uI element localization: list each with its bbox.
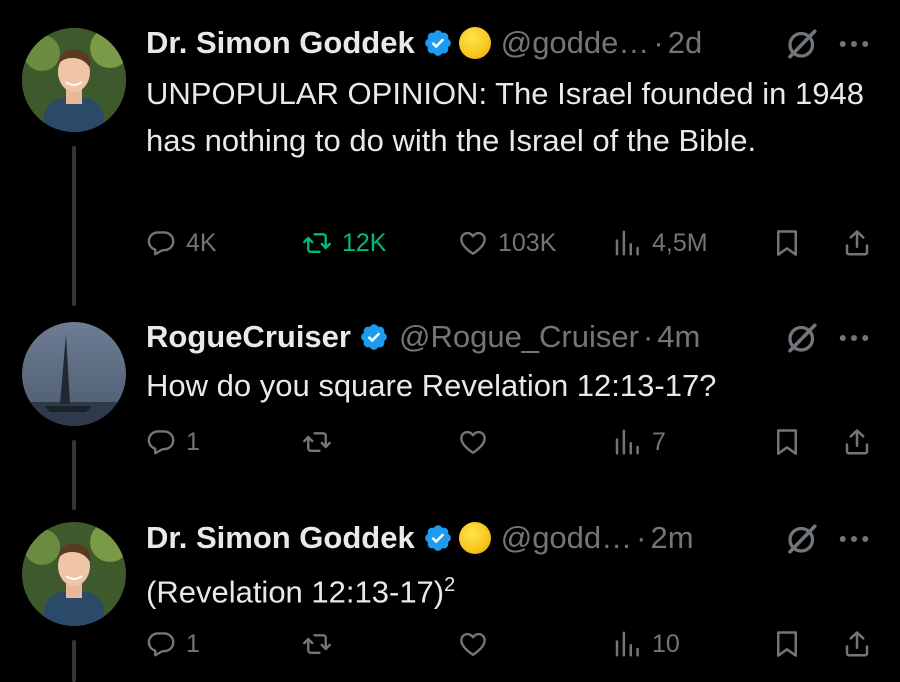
separator: ·: [653, 25, 664, 60]
share-button[interactable]: [842, 624, 872, 664]
action-bar: 1 7: [0, 422, 900, 462]
retweet-icon: [302, 427, 332, 457]
reply-button[interactable]: 1: [146, 624, 200, 664]
like-button[interactable]: [458, 422, 488, 462]
tweet-header: Dr. Simon Goddek @godde… · 2d: [146, 23, 702, 63]
timestamp[interactable]: 2m: [650, 520, 693, 556]
reply-button[interactable]: 4K: [146, 223, 217, 263]
display-name[interactable]: Dr. Simon Goddek: [146, 520, 415, 556]
tweet-3[interactable]: Dr. Simon Goddek @godd… · 2m (Revelation…: [0, 510, 900, 682]
share-button[interactable]: [842, 422, 872, 462]
retweet-icon: [302, 629, 332, 659]
retweet-button[interactable]: 12K: [302, 223, 386, 263]
timestamp[interactable]: 2d: [668, 25, 702, 61]
yellow-circle-emoji-icon: [458, 27, 491, 59]
views-icon: [612, 629, 642, 659]
tweet-text: UNPOPULAR OPINION: The Israel founded in…: [146, 76, 864, 158]
tweet-1[interactable]: Dr. Simon Goddek @godde… · 2d UNPOPULAR …: [0, 0, 900, 306]
bookmark-icon: [772, 427, 802, 457]
view-count: 10: [652, 629, 680, 658]
reply-count: 4K: [186, 228, 217, 257]
verified-badge-icon: [359, 322, 389, 352]
separator: ·: [642, 319, 654, 354]
timestamp[interactable]: 4m: [657, 319, 700, 355]
tweet-header: Dr. Simon Goddek @godd… · 2m: [146, 518, 694, 558]
views-button[interactable]: 4,5M: [612, 223, 708, 263]
tweet-header: RogueCruiser @Rogue_Cruiser · 4m: [146, 317, 700, 357]
like-button[interactable]: 103K: [458, 223, 556, 263]
bookmark-icon: [772, 629, 802, 659]
retweet-button[interactable]: [302, 624, 332, 664]
view-count: 7: [652, 427, 666, 456]
views-icon: [612, 427, 642, 457]
tweet-text-superscript: 2: [444, 574, 456, 596]
grok-icon[interactable]: [784, 320, 820, 356]
tweet-text: How do you square Revelation 12:13-17?: [146, 368, 717, 403]
heart-icon: [458, 427, 488, 457]
retweet-icon: [302, 228, 332, 258]
share-icon: [842, 427, 872, 457]
more-options-icon[interactable]: [836, 320, 872, 356]
bookmark-button[interactable]: [772, 223, 802, 263]
share-icon: [842, 228, 872, 258]
handle[interactable]: @Rogue_Cruiser: [399, 319, 639, 355]
retweet-count: 12K: [342, 228, 387, 257]
share-button[interactable]: [842, 223, 872, 263]
reply-icon: [146, 427, 176, 457]
like-button[interactable]: [458, 624, 488, 664]
handle[interactable]: @godd…: [501, 520, 632, 556]
tweet-text: (Revelation 12:13-17)2: [146, 562, 876, 615]
view-count: 4,5M: [652, 228, 708, 257]
grok-icon[interactable]: [784, 26, 820, 62]
yellow-circle-emoji-icon: [458, 522, 491, 554]
like-count: 103K: [498, 228, 557, 257]
share-icon: [842, 629, 872, 659]
verified-badge-icon: [423, 523, 453, 553]
grok-icon[interactable]: [784, 521, 820, 557]
verified-badge-icon: [423, 28, 453, 58]
views-button[interactable]: 7: [612, 422, 666, 462]
views-icon: [612, 228, 642, 258]
action-bar: 4K 12K 103K 4,5M: [0, 223, 900, 263]
reply-count: 1: [186, 427, 200, 456]
retweet-button[interactable]: [302, 422, 332, 462]
display-name[interactable]: Dr. Simon Goddek: [146, 25, 415, 61]
heart-icon: [458, 228, 488, 258]
more-options-icon[interactable]: [836, 26, 872, 62]
bookmark-icon: [772, 228, 802, 258]
handle[interactable]: @godde…: [501, 25, 650, 61]
action-bar: 1 10: [0, 624, 900, 664]
more-options-icon[interactable]: [836, 521, 872, 557]
tweet-2[interactable]: RogueCruiser @Rogue_Cruiser · 4m How do …: [0, 300, 900, 510]
avatar[interactable]: [22, 322, 126, 426]
reply-count: 1: [186, 629, 200, 658]
separator: ·: [636, 520, 647, 555]
display-name[interactable]: RogueCruiser: [146, 319, 351, 355]
reply-button[interactable]: 1: [146, 422, 200, 462]
reply-icon: [146, 228, 176, 258]
reply-icon: [146, 629, 176, 659]
avatar[interactable]: [22, 28, 126, 132]
bookmark-button[interactable]: [772, 624, 802, 664]
avatar[interactable]: [22, 522, 126, 626]
views-button[interactable]: 10: [612, 624, 680, 664]
tweet-text-main: (Revelation 12:13-17): [146, 574, 445, 610]
bookmark-button[interactable]: [772, 422, 802, 462]
heart-icon: [458, 629, 488, 659]
